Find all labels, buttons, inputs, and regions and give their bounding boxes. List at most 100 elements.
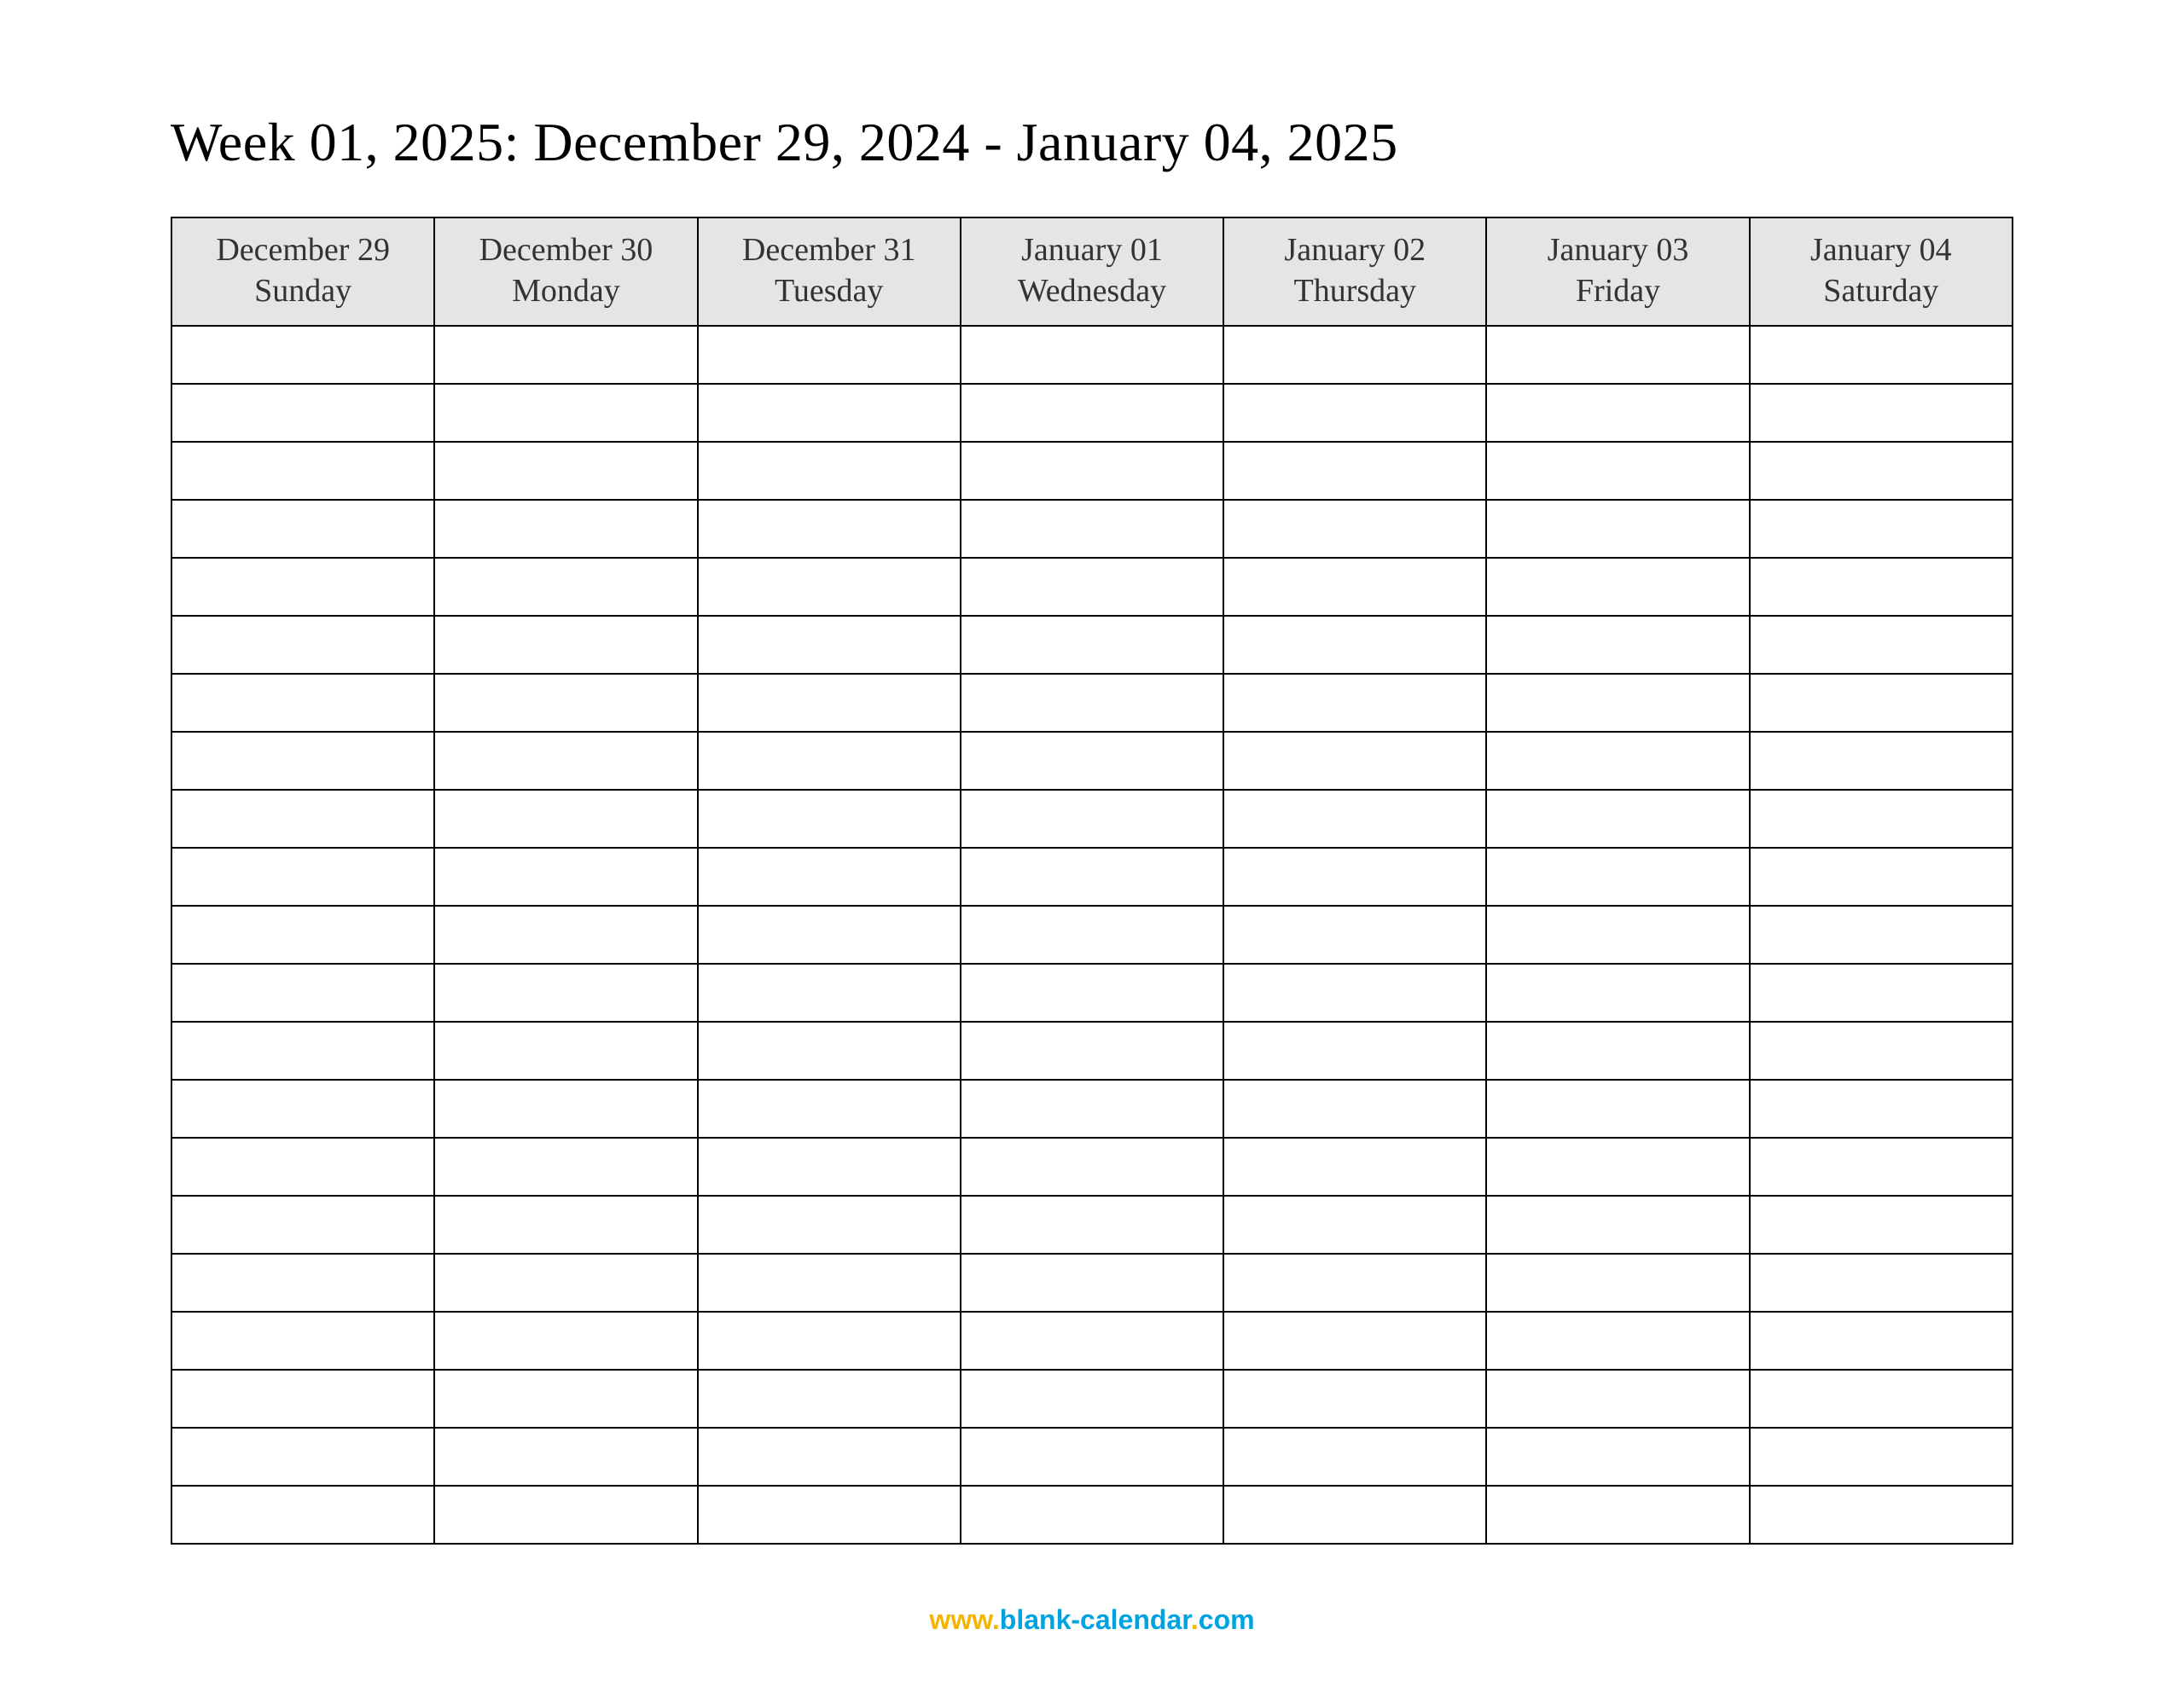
calendar-body [171, 326, 2013, 1544]
calendar-cell [171, 1254, 434, 1312]
calendar-cell [1750, 964, 2013, 1022]
header-weekday: Monday [439, 271, 693, 312]
calendar-cell [961, 1080, 1223, 1138]
calendar-cell [171, 848, 434, 906]
calendar-cell [434, 500, 697, 558]
table-row [171, 848, 2013, 906]
header-date: January 04 [1754, 230, 2008, 271]
calendar-cell [698, 558, 961, 616]
column-header-saturday: January 04 Saturday [1750, 217, 2013, 326]
calendar-cell [171, 1080, 434, 1138]
calendar-cell [1750, 558, 2013, 616]
calendar-cell [1486, 500, 1749, 558]
calendar-cell [698, 1312, 961, 1370]
calendar-cell [1486, 558, 1749, 616]
calendar-cell [434, 1022, 697, 1080]
calendar-cell [1223, 558, 1486, 616]
calendar-cell [171, 1022, 434, 1080]
column-header-tuesday: December 31 Tuesday [698, 217, 961, 326]
calendar-cell [1750, 906, 2013, 964]
calendar-cell [698, 906, 961, 964]
table-row [171, 1312, 2013, 1370]
header-weekday: Saturday [1754, 271, 2008, 312]
calendar-cell [1750, 790, 2013, 848]
table-row [171, 964, 2013, 1022]
header-weekday: Friday [1490, 271, 1745, 312]
calendar-cell [1750, 1486, 2013, 1544]
footer-host: blank-calendar [1000, 1604, 1191, 1635]
calendar-cell [1486, 326, 1749, 384]
calendar-cell [961, 558, 1223, 616]
calendar-cell [171, 964, 434, 1022]
calendar-cell [171, 384, 434, 442]
header-weekday: Sunday [176, 271, 430, 312]
calendar-cell [1223, 848, 1486, 906]
column-header-sunday: December 29 Sunday [171, 217, 434, 326]
footer-dot: . [1191, 1604, 1199, 1635]
calendar-cell [434, 1312, 697, 1370]
table-row [171, 384, 2013, 442]
calendar-cell [698, 790, 961, 848]
calendar-cell [961, 1022, 1223, 1080]
calendar-cell [1486, 616, 1749, 674]
calendar-cell [434, 964, 697, 1022]
calendar-cell [1486, 384, 1749, 442]
header-weekday: Wednesday [965, 271, 1219, 312]
calendar-cell [171, 906, 434, 964]
calendar-cell [961, 790, 1223, 848]
calendar-cell [434, 674, 697, 732]
calendar-cell [1750, 500, 2013, 558]
column-header-friday: January 03 Friday [1486, 217, 1749, 326]
calendar-cell [1486, 790, 1749, 848]
calendar-cell [171, 1428, 434, 1486]
calendar-cell [961, 442, 1223, 500]
column-header-wednesday: January 01 Wednesday [961, 217, 1223, 326]
table-row [171, 1254, 2013, 1312]
header-date: December 29 [176, 230, 430, 271]
header-weekday: Tuesday [702, 271, 956, 312]
calendar-cell [698, 674, 961, 732]
calendar-cell [1223, 442, 1486, 500]
calendar-cell [1223, 1312, 1486, 1370]
calendar-cell [698, 1080, 961, 1138]
calendar-cell [1223, 1486, 1486, 1544]
calendar-cell [171, 558, 434, 616]
calendar-cell [698, 500, 961, 558]
calendar-cell [1750, 1138, 2013, 1196]
calendar-cell [1223, 674, 1486, 732]
calendar-cell [1486, 906, 1749, 964]
calendar-cell [1223, 790, 1486, 848]
calendar-cell [1750, 732, 2013, 790]
calendar-cell [1223, 1138, 1486, 1196]
calendar-document: Week 01, 2025: December 29, 2024 - Janua… [0, 0, 2184, 1687]
calendar-cell [961, 732, 1223, 790]
calendar-cell [698, 964, 961, 1022]
calendar-cell [961, 326, 1223, 384]
calendar-cell [698, 1428, 961, 1486]
calendar-cell [961, 1312, 1223, 1370]
table-row [171, 674, 2013, 732]
calendar-cell [1223, 326, 1486, 384]
calendar-cell [961, 500, 1223, 558]
table-row [171, 1022, 2013, 1080]
header-date: December 31 [702, 230, 956, 271]
calendar-cell [961, 1254, 1223, 1312]
calendar-cell [434, 790, 697, 848]
header-date: December 30 [439, 230, 693, 271]
calendar-cell [171, 732, 434, 790]
calendar-cell [961, 906, 1223, 964]
calendar-cell [434, 1138, 697, 1196]
calendar-cell [961, 616, 1223, 674]
calendar-cell [434, 1254, 697, 1312]
table-row [171, 326, 2013, 384]
calendar-cell [1750, 384, 2013, 442]
calendar-cell [961, 1138, 1223, 1196]
calendar-cell [171, 674, 434, 732]
calendar-cell [961, 848, 1223, 906]
header-date: January 02 [1228, 230, 1482, 271]
calendar-cell [171, 1312, 434, 1370]
calendar-cell [1223, 616, 1486, 674]
calendar-cell [1750, 674, 2013, 732]
calendar-cell [1750, 848, 2013, 906]
footer-url: www.blank-calendar.com [0, 1604, 2184, 1636]
